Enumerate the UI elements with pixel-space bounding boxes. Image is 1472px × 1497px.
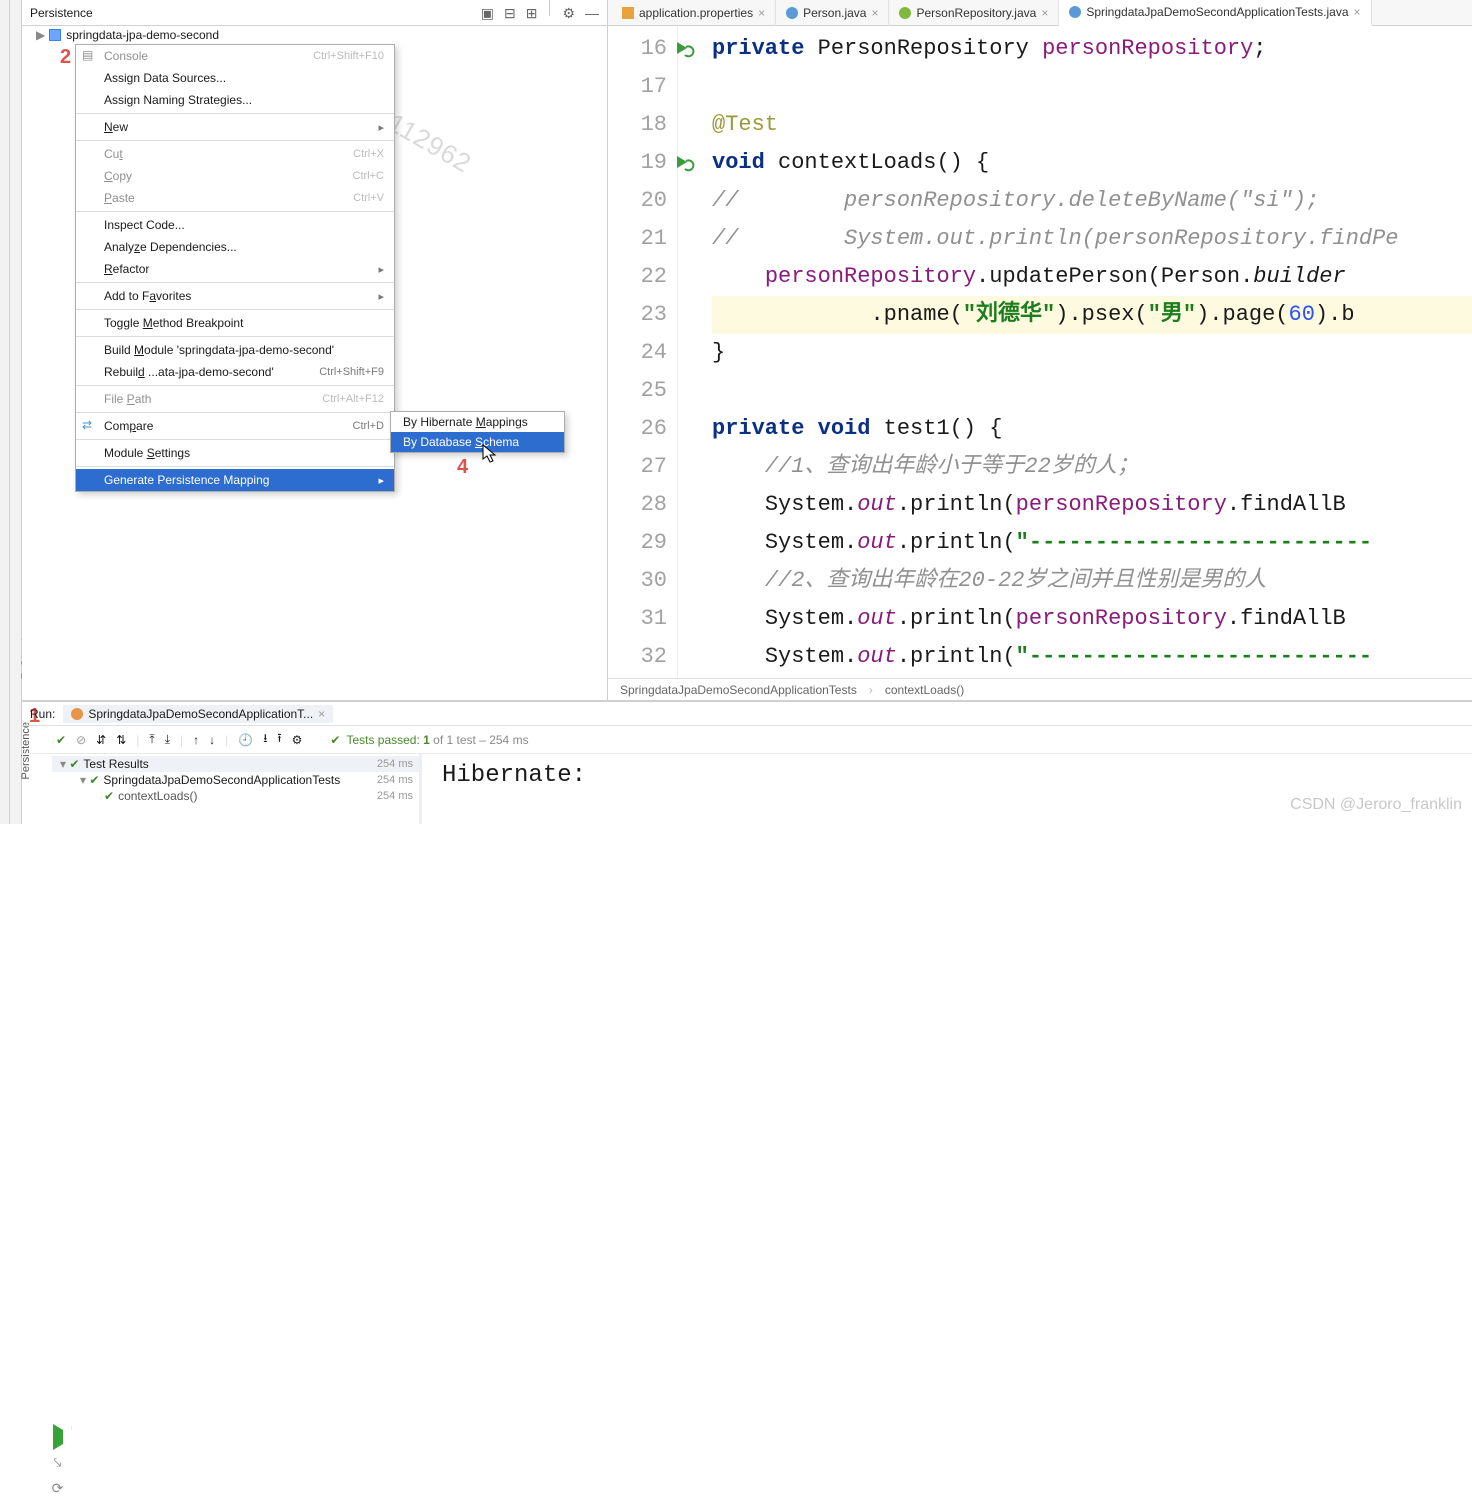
- chevron-right-icon: ›: [869, 683, 873, 697]
- next-icon[interactable]: ↓: [209, 733, 215, 747]
- csdn-watermark: CSDN @Jeroro_franklin: [1290, 796, 1462, 814]
- menu-analyze-dependencies[interactable]: Analyze Dependencies...: [76, 236, 394, 258]
- toolwindow-action-icon[interactable]: ▣: [481, 0, 494, 26]
- close-icon[interactable]: ×: [1041, 6, 1048, 20]
- code-editor[interactable]: private PersonRepository personRepositor…: [678, 26, 1472, 678]
- menu-generate-persistence-mapping[interactable]: Generate Persistence Mapping▸: [76, 469, 394, 491]
- close-icon[interactable]: ×: [318, 707, 325, 721]
- tab-person-repository-java[interactable]: PersonRepository.java×: [889, 0, 1059, 26]
- editor-tabbar: application.properties× Person.java× Per…: [608, 0, 1472, 26]
- test-tree-root[interactable]: ▾ ✔Test Results 254 ms: [52, 756, 419, 772]
- menu-copy: CopyCtrl+C: [76, 165, 394, 187]
- close-icon[interactable]: ×: [871, 6, 878, 20]
- gear-icon[interactable]: ⚙: [292, 733, 303, 747]
- menu-toggle-method-breakpoint[interactable]: Toggle Method Breakpoint: [76, 312, 394, 334]
- module-icon: [49, 29, 61, 41]
- test-tree-method[interactable]: ✔contextLoads() 254 ms: [52, 788, 419, 804]
- menu-assign-naming-strategies[interactable]: Assign Naming Strategies...: [76, 89, 394, 111]
- toolwindow-title: Persistence: [30, 0, 93, 26]
- console-icon: ▤: [82, 48, 96, 62]
- sort-icon[interactable]: ⇵: [96, 733, 106, 747]
- stop-icon[interactable]: ⟳: [50, 1480, 66, 1496]
- history-icon[interactable]: 🕘: [238, 733, 253, 747]
- menu-paste: PasteCtrl+V: [76, 187, 394, 209]
- close-icon[interactable]: ×: [1354, 5, 1361, 19]
- project-tree-row[interactable]: ▶ springdata-jpa-demo-second: [22, 26, 607, 44]
- run-icon[interactable]: [53, 1430, 63, 1444]
- prev-icon[interactable]: ↑: [193, 733, 199, 747]
- generate-mapping-submenu: By Hibernate Mappings By Database Schema: [390, 411, 565, 453]
- tab-person-java[interactable]: Person.java×: [776, 0, 889, 26]
- tab-application-properties[interactable]: application.properties×: [612, 0, 776, 26]
- menu-build-module[interactable]: Build Module 'springdata-jpa-demo-second…: [76, 339, 394, 361]
- line-number-gutter[interactable]: 16 17 18 19 20 21 22 23 24 25 26 27 28 2…: [608, 26, 678, 678]
- debug-icon[interactable]: ⤥: [50, 1454, 66, 1470]
- tab-tests-java[interactable]: SpringdataJpaDemoSecondApplicationTests.…: [1059, 0, 1371, 26]
- test-tree-class[interactable]: ▾ ✔SpringdataJpaDemoSecondApplicationTes…: [52, 772, 419, 788]
- minimize-icon[interactable]: —: [585, 0, 599, 26]
- menu-cut: CutCtrl+X: [76, 143, 394, 165]
- menu-assign-data-sources[interactable]: Assign Data Sources...: [76, 67, 394, 89]
- close-icon[interactable]: ×: [758, 6, 765, 20]
- context-menu: ▤ ConsoleCtrl+Shift+F10 Assign Data Sour…: [75, 44, 395, 492]
- menu-refactor[interactable]: Refactor▸: [76, 258, 394, 280]
- menu-module-settings[interactable]: Module Settings: [76, 442, 394, 464]
- import-icon[interactable]: ⭳: [263, 729, 267, 750]
- menu-rebuild[interactable]: Rebuild ...ata-jpa-demo-second'Ctrl+Shif…: [76, 361, 394, 383]
- run-toolwindow: Run: SpringdataJpaDemoSecondApplicationT…: [22, 700, 1472, 824]
- run-gutter-icon[interactable]: [675, 36, 695, 56]
- editor-area: application.properties× Person.java× Per…: [608, 0, 1472, 700]
- callout-number: 4: [457, 456, 468, 479]
- submenu-by-database-schema[interactable]: By Database Schema: [391, 432, 564, 452]
- export-icon[interactable]: ⭱: [277, 729, 281, 750]
- test-tree[interactable]: ▾ ✔Test Results 254 ms ▾ ✔SpringdataJpaD…: [52, 754, 422, 824]
- menu-inspect-code[interactable]: Inspect Code...: [76, 214, 394, 236]
- menu-compare[interactable]: ⇄ CompareCtrl+D: [76, 415, 394, 437]
- collapse-icon[interactable]: ⤓: [165, 732, 170, 747]
- test-status: ✔ Tests passed: 1 of 1 test – 254 ms: [330, 733, 528, 747]
- submenu-by-hibernate-mappings[interactable]: By Hibernate Mappings: [391, 412, 564, 432]
- console-output[interactable]: Hibernate:: [442, 762, 586, 789]
- project-name: springdata-jpa-demo-second: [66, 28, 219, 42]
- compare-icon: ⇄: [82, 418, 96, 432]
- crumb-class[interactable]: SpringdataJpaDemoSecondApplicationTests: [620, 683, 857, 697]
- callout-number: 2: [60, 46, 71, 69]
- run-gutter-icon[interactable]: [675, 150, 695, 170]
- run-title: Run:: [30, 707, 55, 721]
- expand-icon[interactable]: ⤒: [149, 732, 154, 747]
- run-side-toolbar: ⤥ ⟳: [44, 1426, 72, 1430]
- menu-new[interactable]: New▸: [76, 116, 394, 138]
- check-icon[interactable]: ✔: [56, 733, 66, 747]
- crumb-method[interactable]: contextLoads(): [885, 683, 964, 697]
- menu-console: ▤ ConsoleCtrl+Shift+F10: [76, 45, 394, 67]
- disable-icon[interactable]: ⊘: [76, 733, 86, 747]
- menu-file-path: File PathCtrl+Alt+F12: [76, 388, 394, 410]
- breadcrumb[interactable]: SpringdataJpaDemoSecondApplicationTests …: [608, 678, 1472, 700]
- toolwindow-action-icon[interactable]: ⊞: [526, 0, 538, 26]
- toolwindow-action-icon[interactable]: ⊟: [504, 0, 516, 26]
- gear-icon[interactable]: ⚙: [562, 0, 575, 26]
- menu-add-to-favorites[interactable]: Add to Favorites▸: [76, 285, 394, 307]
- run-config-tab[interactable]: SpringdataJpaDemoSecondApplicationT... ×: [63, 705, 333, 723]
- tree-expander-icon[interactable]: ▶: [36, 28, 45, 42]
- sort-icon[interactable]: ⇅: [116, 733, 126, 747]
